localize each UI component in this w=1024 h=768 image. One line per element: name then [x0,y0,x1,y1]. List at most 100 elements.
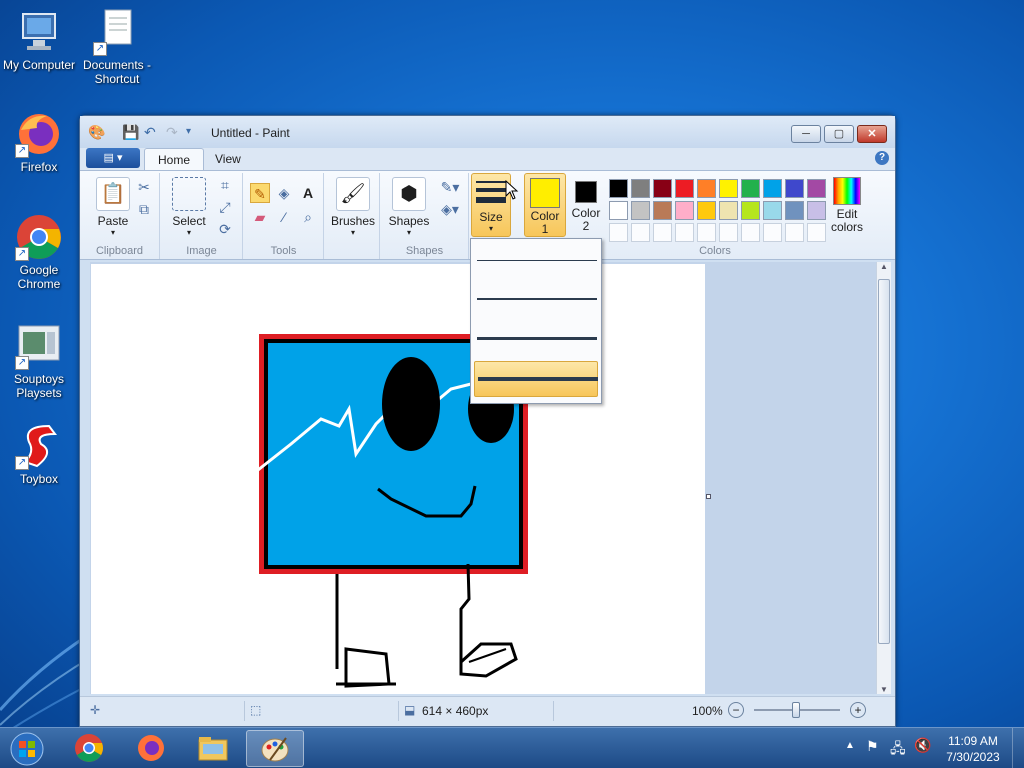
shapes-button[interactable]: ⬢ Shapes ▾ [385,175,433,237]
color-swatch[interactable] [653,201,672,220]
custom-color-slot[interactable] [675,223,694,242]
color-swatch[interactable] [697,201,716,220]
taskbar-chrome[interactable] [60,730,118,767]
custom-color-slot[interactable] [609,223,628,242]
canvas-resize-handle[interactable] [706,494,711,499]
file-menu-button[interactable]: ▤ ▾ [86,148,140,168]
color-swatch[interactable] [675,179,694,198]
size-option-2[interactable] [474,281,598,317]
show-hidden-icons[interactable]: ▲ [845,740,855,751]
color-swatch[interactable] [697,179,716,198]
crop-icon[interactable]: ⌗ [215,175,235,195]
start-button[interactable] [2,730,52,767]
color-swatch[interactable] [653,179,672,198]
custom-color-slot[interactable] [653,223,672,242]
color-swatch[interactable] [785,201,804,220]
paint-window: 🎨 💾 ↶ ↷ ▾ Untitled - Paint ─ ▢ ✕ ▤ ▾ Hom… [79,115,896,727]
tab-home[interactable]: Home [144,148,205,170]
color2-button[interactable]: Color 2 [568,173,604,237]
chrome-icon [75,734,103,762]
eraser-icon[interactable]: ▰ [250,207,270,227]
rotate-icon[interactable]: ⟳ [215,219,235,239]
custom-color-slot[interactable] [631,223,650,242]
custom-color-slot[interactable] [697,223,716,242]
color-swatch[interactable] [609,179,628,198]
zoom-in-button[interactable]: + [850,702,866,718]
network-icon[interactable]: 🖧 [890,738,906,762]
save-icon[interactable]: 💾 [122,124,139,140]
undo-icon[interactable]: ↶ [144,124,156,140]
color-picker-icon[interactable]: ⁄ [274,207,294,227]
size-option-1[interactable] [474,243,598,279]
custom-color-slot[interactable] [785,223,804,242]
desktop-icon-documents[interactable]: ↗ Documents - Shortcut [78,8,156,86]
fill-icon[interactable]: ◈ [274,183,294,203]
color-swatch[interactable] [675,201,694,220]
desktop-icon-souptoys[interactable]: ↗ Souptoys Playsets [0,322,78,400]
color-swatch[interactable] [719,201,738,220]
color-swatch[interactable] [741,201,760,220]
drawing-canvas[interactable] [91,264,705,694]
maximize-button[interactable]: ▢ [824,125,854,143]
size-label: Size [479,210,503,224]
scroll-down-icon[interactable]: ▼ [877,685,891,694]
clock-date: 7/30/2023 [946,750,1000,764]
color-swatch[interactable] [807,201,826,220]
taskbar-paint[interactable] [246,730,304,767]
tab-view[interactable]: View [202,148,254,170]
taskbar-firefox[interactable] [122,730,180,767]
fill-shape-icon[interactable]: ◈▾ [435,199,465,219]
copy-icon[interactable]: ⧉ [134,199,154,219]
color-swatch[interactable] [763,201,782,220]
desktop-icon-chrome[interactable]: ↗ Google Chrome [0,213,78,291]
color-swatch[interactable] [741,179,760,198]
desktop-icon-label: Souptoys Playsets [13,372,65,400]
cut-icon[interactable]: ✂ [134,177,154,197]
brushes-button[interactable]: 🖌 Brushes ▾ [329,175,377,237]
pencil-icon[interactable]: ✎ [250,183,270,203]
custom-color-slot[interactable] [741,223,760,242]
color-swatch[interactable] [719,179,738,198]
clock[interactable]: 11:09 AM 7/30/2023 [938,733,1008,765]
custom-color-slot[interactable] [807,223,826,242]
edit-colors-button[interactable]: Edit colors [826,173,868,234]
magnifier-icon[interactable]: ⌕ [298,207,318,227]
scroll-up-icon[interactable]: ▲ [877,262,891,271]
custom-color-slot[interactable] [763,223,782,242]
volume-muted-icon[interactable]: 🔇 [914,737,931,754]
color-swatch[interactable] [609,201,628,220]
zoom-out-button[interactable]: − [728,702,744,718]
text-icon[interactable]: A [298,183,318,203]
vertical-scrollbar[interactable]: ▲ ▼ [876,262,891,694]
outline-icon[interactable]: ✎▾ [435,177,465,197]
scrollbar-thumb[interactable] [878,279,890,644]
show-desktop-button[interactable] [1012,728,1024,768]
minimize-button[interactable]: ─ [791,125,821,143]
desktop-icon-firefox[interactable]: ↗ Firefox [0,110,78,174]
desktop-icon-label: My Computer [2,58,76,72]
color-swatch[interactable] [763,179,782,198]
redo-icon[interactable]: ↷ [166,124,178,140]
paste-button[interactable]: 📋 Paste ▾ [86,175,140,237]
desktop-icon-toybox[interactable]: ↗ Toybox [0,422,78,486]
paint-app-icon[interactable]: 🎨 [88,124,105,140]
action-center-icon[interactable]: ⚑ [866,738,879,755]
help-icon[interactable]: ? [875,151,889,165]
zoom-slider-thumb[interactable] [792,702,800,718]
select-button[interactable]: Select ▾ [165,175,213,237]
color-swatch[interactable] [631,179,650,198]
size-option-4[interactable] [474,361,598,397]
color-swatch[interactable] [631,201,650,220]
selection-size-icon: ⬚ [250,703,262,717]
taskbar-explorer[interactable] [184,730,242,767]
desktop-icon-my-computer[interactable]: My Computer [0,8,78,72]
color1-button[interactable]: Color 1 [524,173,566,237]
close-button[interactable]: ✕ [857,125,887,143]
size-option-3[interactable] [474,321,598,357]
color-swatch[interactable] [807,179,826,198]
customize-quick-access-icon[interactable]: ▾ [186,124,191,140]
custom-color-slot[interactable] [719,223,738,242]
resize-icon[interactable]: ⤢ [215,197,235,217]
color-swatch[interactable] [785,179,804,198]
shapes-icon: ⬢ [392,177,426,211]
